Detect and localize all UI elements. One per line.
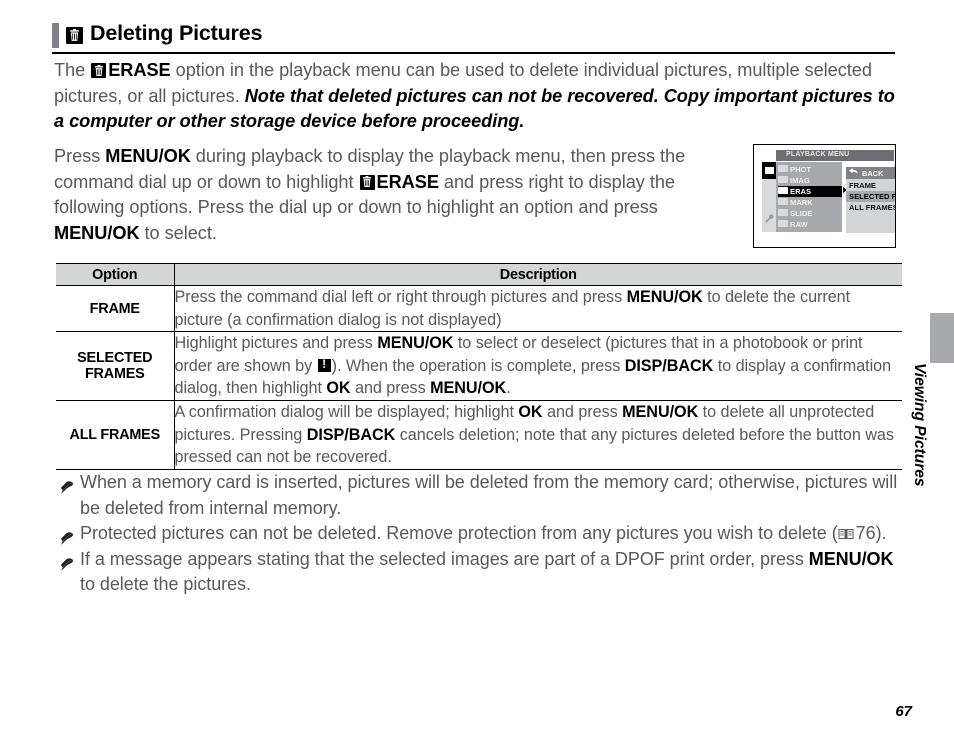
chapter-tab-label: Viewing Pictures — [911, 363, 928, 487]
diamond-bullet-icon — [60, 527, 74, 545]
diamond-bullet-icon — [60, 476, 74, 494]
row-option-all-frames: ALL FRAMES — [56, 400, 175, 470]
manual-page: Deleting Pictures The ERASE option in th… — [0, 0, 954, 748]
lcd-item-label: IMAG — [790, 176, 810, 185]
lcd-menu-title: PLAYBACK MENU — [786, 151, 850, 158]
lcd-back-label: BACK — [862, 169, 884, 178]
menu-ok-label-3: MENU/OK — [808, 548, 894, 569]
row-option-frame: FRAME — [56, 285, 175, 333]
lcd-item-label: MARK — [790, 198, 813, 207]
lcd-item-erase[interactable]: ERAS — [778, 186, 842, 197]
camera-screen-illustration: PLAYBACK MENU PHOT IMAG ERAS MARK SLIDE … — [753, 144, 896, 248]
lcd-submenu: BACK FRAME SELECTED FRAMES ALL FRAMES — [846, 167, 896, 233]
slideshow-icon — [778, 209, 788, 216]
note-text-post: to delete the pictures. — [80, 574, 251, 594]
page-number: 67 — [895, 703, 912, 720]
lcd-item-image[interactable]: IMAG — [778, 175, 842, 186]
row-description-all-frames: A confirmation dialog will be displayed;… — [174, 400, 902, 470]
heading-rule — [52, 52, 895, 54]
note-text-pre: If a message appears stating that the se… — [80, 548, 809, 569]
trash-erase-icon-inline — [91, 63, 107, 78]
lcd-title-bar: PLAYBACK MENU — [776, 150, 894, 161]
lcd-item-raw[interactable]: RAW — [778, 219, 842, 230]
table-header-row: Option Description — [56, 263, 902, 286]
intro-paragraph: The ERASE option in the playback menu ca… — [54, 58, 899, 135]
lcd-item-slideshow[interactable]: SLIDE — [778, 208, 842, 219]
note-reference-page: 76 — [855, 523, 876, 543]
lcd-item-label: SLIDE — [790, 209, 813, 218]
lcd-option-label: SELECTED FRAMES — [849, 192, 896, 201]
column-header-option: Option — [56, 263, 175, 286]
note-item: If a message appears stating that the se… — [56, 547, 901, 598]
image-icon — [778, 176, 788, 183]
note-text: When a memory card is inserted, pictures… — [80, 472, 898, 518]
page-title: Deleting Pictures — [90, 21, 263, 45]
trash-erase-icon — [66, 27, 83, 44]
table-row: ALL FRAMES A confirmation dialog will be… — [56, 400, 902, 470]
options-table: Option Description FRAME Press the comma… — [56, 263, 902, 470]
manual-reference-icon — [838, 522, 854, 539]
menu-ok-label: MENU/OK — [105, 146, 191, 166]
section-heading: Deleting Pictures — [52, 21, 895, 55]
press-menu-paragraph: Press MENU/OK during playback to display… — [54, 144, 744, 246]
lcd-back-row[interactable]: BACK — [846, 167, 895, 179]
back-arrow-icon — [849, 167, 859, 179]
note-item: When a memory card is inserted, pictures… — [56, 470, 901, 521]
note-item: Protected pictures can not be deleted. R… — [56, 521, 901, 547]
press-text-4: to select. — [139, 222, 217, 243]
column-header-description: Description — [174, 263, 902, 286]
lcd-item-photobook[interactable]: PHOT — [778, 164, 842, 175]
notes-list: When a memory card is inserted, pictures… — [56, 470, 901, 598]
mark-icon — [778, 198, 788, 205]
raw-icon — [778, 220, 788, 227]
table-row: SELECTED FRAMES Highlight pictures and p… — [56, 331, 902, 401]
lcd-option-label: FRAME — [849, 181, 876, 190]
lcd-item-label: PHOT — [790, 165, 812, 174]
lcd-option-selected-frames[interactable]: SELECTED FRAMES — [846, 191, 896, 202]
note-text-pre: Protected pictures can not be deleted. R… — [80, 523, 838, 543]
warning-icon — [317, 357, 331, 372]
lcd-item-mark[interactable]: MARK — [778, 197, 842, 208]
erase-label: ERASE — [108, 60, 171, 80]
playback-tab-icon — [762, 162, 777, 179]
press-text-1: Press — [54, 146, 106, 166]
trash-erase-icon-inline-2 — [359, 174, 375, 190]
lcd-option-frame[interactable]: FRAME — [846, 180, 895, 191]
lcd-item-label: RAW — [790, 220, 808, 229]
diamond-bullet-icon — [60, 553, 74, 571]
intro-text-1: The — [54, 60, 91, 80]
note-text-post: ). — [875, 523, 887, 543]
table-row: FRAME Press the command dial left or rig… — [56, 285, 902, 333]
menu-ok-label-2: MENU/OK — [54, 222, 140, 243]
setup-wrench-icon — [764, 211, 775, 223]
lcd-option-all-frames[interactable]: ALL FRAMES — [846, 202, 896, 213]
row-option-selected-frames: SELECTED FRAMES — [56, 331, 175, 401]
erase-icon — [778, 187, 788, 194]
erase-label-2: ERASE — [376, 171, 439, 192]
chapter-tab-marker — [930, 313, 954, 363]
photobook-icon — [778, 165, 788, 172]
row-description-frame: Press the command dial left or right thr… — [174, 285, 902, 333]
row-description-selected-frames: Highlight pictures and press MENU/OK to … — [174, 331, 902, 401]
lcd-item-label: ERAS — [790, 187, 812, 196]
heading-accent-bar — [52, 23, 59, 48]
lcd-option-label: ALL FRAMES — [849, 203, 896, 212]
